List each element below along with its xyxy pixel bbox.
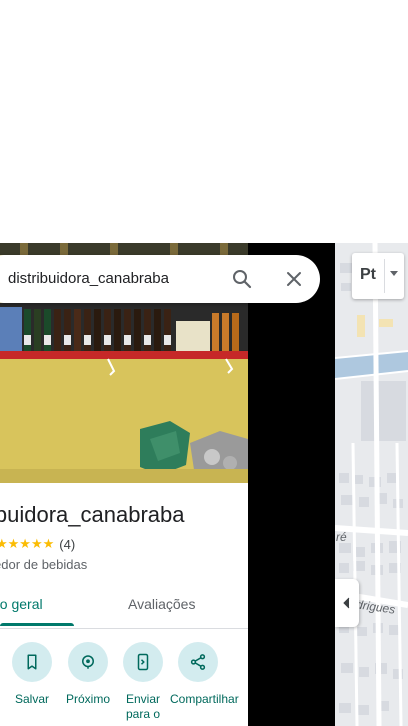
share-label: Compartilhar — [170, 692, 239, 706]
bookmark-icon — [12, 642, 52, 682]
search-bar[interactable]: distribuidora_canabraba — [0, 255, 320, 303]
map-street-label: ré — [336, 530, 347, 544]
nearby-icon — [68, 642, 108, 682]
tab-bar: ão geral Avaliações — [0, 585, 248, 629]
language-selector-button[interactable]: Pt — [352, 253, 404, 299]
tab-overview[interactable]: ão geral — [0, 596, 43, 612]
chevron-left-icon — [343, 597, 350, 609]
map-canvas[interactable] — [335, 243, 408, 726]
blank-area — [0, 0, 408, 243]
search-icon[interactable] — [230, 267, 254, 291]
send-to-phone-button[interactable]: Enviar para o — [115, 642, 171, 722]
send-to-phone-label: Enviar para o — [125, 692, 161, 721]
review-count[interactable]: (4) — [59, 537, 75, 552]
share-button[interactable]: Compartilhar — [170, 642, 239, 707]
language-separator — [384, 259, 385, 293]
tab-selected-indicator — [0, 623, 74, 626]
chevron-down-icon[interactable] — [390, 271, 398, 276]
search-input[interactable]: distribuidora_canabraba — [8, 270, 169, 287]
collapse-panel-button[interactable] — [335, 579, 359, 627]
send-to-phone-icon — [123, 642, 163, 682]
language-label: Pt — [360, 266, 376, 283]
close-icon[interactable] — [282, 267, 306, 291]
tab-reviews[interactable]: Avaliações — [128, 596, 195, 612]
action-buttons: Salvar Próximo Enviar para o Compartilha… — [0, 642, 248, 726]
panel-divider — [248, 243, 335, 726]
share-icon — [178, 642, 218, 682]
nearby-button[interactable]: Próximo — [60, 642, 116, 707]
place-title: ibuidora_canabraba — [0, 502, 185, 527]
save-button[interactable]: Salvar — [4, 642, 60, 707]
rating-row[interactable]: ★★★★★ (4) — [0, 536, 75, 552]
place-category[interactable]: edor de bebidas — [0, 557, 87, 572]
star-rating-icon: ★★★★★ — [0, 536, 55, 551]
save-label: Salvar — [14, 692, 49, 706]
nearby-label: Próximo — [65, 692, 110, 706]
